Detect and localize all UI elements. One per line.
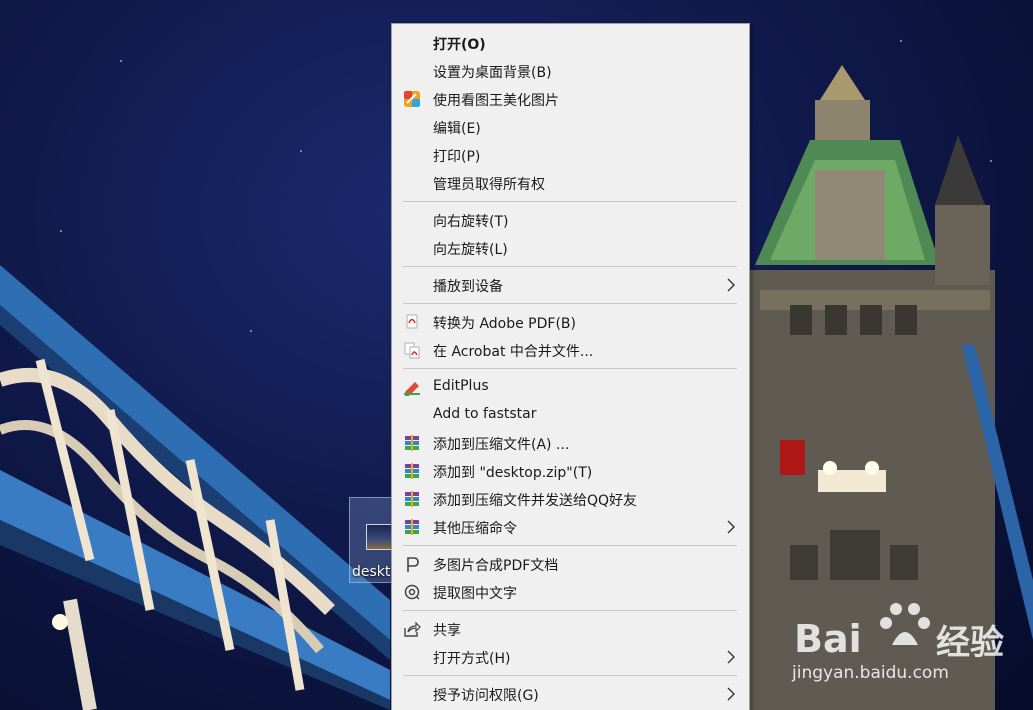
pdf-convert-icon	[406, 314, 418, 329]
watermark-brand-cn: 经验	[936, 623, 1004, 663]
menu-item-open[interactable]: 打开(O)	[392, 29, 749, 57]
winrar-archive-icon	[405, 491, 419, 507]
bridge-structure	[0, 265, 390, 710]
menu-item-archive-send-qq[interactable]: 添加到压缩文件并发送给QQ好友	[392, 485, 749, 513]
menu-item-label: EditPlus	[433, 378, 489, 394]
menu-separator	[403, 201, 737, 202]
menu-separator	[403, 610, 737, 611]
desktop-file-label: deskt	[352, 564, 391, 580]
menu-item-label: 其他压缩命令	[433, 521, 517, 537]
menu-item-label: 打开(O)	[433, 37, 486, 53]
menu-item-label: 设置为桌面背景(B)	[433, 65, 552, 81]
menu-item-add-to-desktop-zip[interactable]: 添加到 "desktop.zip"(T)	[392, 457, 749, 485]
menu-item-label: 播放到设备	[433, 279, 503, 295]
editplus-icon	[404, 382, 420, 396]
ocr-scan-icon	[404, 584, 420, 600]
menu-item-label: 多图片合成PDF文档	[433, 558, 559, 574]
menu-item-edit[interactable]: 编辑(E)	[392, 113, 749, 141]
acrobat-combine-icon	[404, 342, 420, 359]
menu-separator	[403, 545, 737, 546]
menu-item-label: 授予访问权限(G)	[433, 688, 539, 704]
chevron-right-icon	[727, 650, 735, 664]
menu-item-label: Add to faststar	[433, 406, 537, 422]
menu-item-add-to-archive[interactable]: 添加到压缩文件(A) ...	[392, 429, 749, 457]
menu-item-take-ownership[interactable]: 管理员取得所有权	[392, 169, 749, 197]
menu-item-grant-access[interactable]: 授予访问权限(G)	[392, 680, 749, 708]
menu-separator	[403, 303, 737, 304]
desktop-file-icon[interactable]: deskt	[349, 497, 397, 583]
winrar-archive-icon	[405, 519, 419, 535]
winrar-archive-icon	[405, 435, 419, 451]
share-icon	[404, 621, 421, 637]
menu-item-other-archive-commands[interactable]: 其他压缩命令	[392, 513, 749, 541]
menu-item-convert-to-pdf[interactable]: 转换为 Adobe PDF(B)	[392, 308, 749, 336]
menu-item-merge-images-pdf[interactable]: 多图片合成PDF文档	[392, 550, 749, 578]
menu-separator	[403, 368, 737, 369]
menu-item-label: 添加到 "desktop.zip"(T)	[433, 465, 593, 481]
pdf-merge-icon	[407, 557, 419, 572]
watermark-brand-latin: Bai	[794, 617, 862, 661]
menu-item-acrobat-combine[interactable]: 在 Acrobat 中合并文件...	[392, 336, 749, 364]
menu-item-share[interactable]: 共享	[392, 615, 749, 643]
menu-item-label: 打开方式(H)	[433, 651, 511, 667]
menu-separator	[403, 266, 737, 267]
menu-item-rotate-right[interactable]: 向右旋转(T)	[392, 206, 749, 234]
menu-separator	[403, 675, 737, 676]
menu-item-label: 提取图中文字	[433, 586, 517, 602]
menu-item-label: 编辑(E)	[433, 121, 481, 137]
menu-item-label: 打印(P)	[433, 149, 481, 165]
menu-item-beautify[interactable]: 使用看图王美化图片	[392, 85, 749, 113]
baidu-watermark: Bai 经验 jingyan.baidu.com	[786, 595, 1026, 690]
menu-item-label: 添加到压缩文件(A) ...	[433, 437, 570, 453]
winrar-archive-icon	[405, 463, 419, 479]
menu-item-editplus[interactable]: EditPlus	[392, 373, 749, 401]
menu-item-label: 向左旋转(L)	[433, 242, 508, 258]
menu-item-label: 转换为 Adobe PDF(B)	[433, 316, 576, 332]
menu-item-print[interactable]: 打印(P)	[392, 141, 749, 169]
menu-item-cast-to-device[interactable]: 播放到设备	[392, 271, 749, 299]
menu-item-extract-text[interactable]: 提取图中文字	[392, 578, 749, 606]
menu-item-label: 向右旋转(T)	[433, 214, 509, 230]
watermark-url: jingyan.baidu.com	[792, 663, 949, 683]
menu-item-open-with[interactable]: 打开方式(H)	[392, 643, 749, 671]
menu-item-label: 在 Acrobat 中合并文件...	[433, 344, 594, 360]
chevron-right-icon	[727, 520, 735, 534]
image-viewer-app-icon	[404, 91, 420, 107]
chevron-right-icon	[727, 278, 735, 292]
desktop-wallpaper: deskt Bai 经验 jingyan.baidu.com 打开(O) 设置为…	[0, 0, 1033, 710]
menu-item-label: 添加到压缩文件并发送给QQ好友	[433, 493, 638, 509]
menu-item-add-to-faststar[interactable]: Add to faststar	[392, 401, 749, 429]
menu-item-label: 共享	[433, 623, 461, 639]
context-menu: 打开(O) 设置为桌面背景(B) 使用看图王美化图片 编辑(E) 打印(P) 管…	[391, 23, 750, 710]
menu-item-label: 管理员取得所有权	[433, 177, 545, 193]
chevron-right-icon	[727, 687, 735, 701]
baidu-paw-logo	[880, 603, 930, 645]
menu-item-rotate-left[interactable]: 向左旋转(L)	[392, 234, 749, 262]
menu-item-label: 使用看图王美化图片	[433, 93, 559, 109]
menu-item-set-wallpaper[interactable]: 设置为桌面背景(B)	[392, 57, 749, 85]
